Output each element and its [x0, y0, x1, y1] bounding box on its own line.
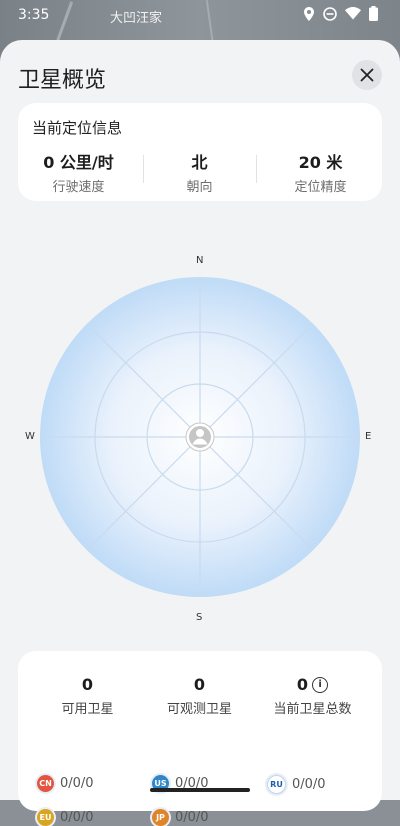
person-icon [189, 426, 211, 448]
sky-plot: N S E W [0, 253, 400, 653]
close-icon [360, 68, 374, 82]
available-satellites-label: 可用卫星 [61, 702, 114, 717]
eu-flag-badge: EU [37, 809, 54, 826]
russia-flag-badge: RU [267, 775, 286, 794]
speed-value: 0 公里/时 [43, 153, 114, 172]
constellation-value: 0/0/0 [292, 777, 326, 792]
speed-label: 行驶速度 [52, 180, 105, 195]
satellite-overview-sheet: 卫星概览 当前定位信息 0 公里/时 行驶速度 北 朝向 20 米 定位精度 N… [0, 40, 400, 826]
battery-icon [369, 6, 378, 21]
constellation-item: EU 0/0/0 [37, 809, 94, 826]
observable-satellites-value: 0 [193, 675, 206, 694]
total-satellites-label: 当前卫星总数 [273, 702, 352, 717]
divider [256, 155, 257, 183]
status-icons [303, 6, 378, 21]
sky-plot-radar [40, 277, 360, 597]
page-title: 卫星概览 [18, 68, 107, 93]
accuracy-value: 20 米 [298, 153, 343, 172]
total-satellites-value: 0 [296, 675, 309, 694]
wifi-icon [345, 7, 361, 20]
compass-east-label: E [365, 431, 372, 442]
constellation-item: CN 0/0/0 [37, 775, 94, 792]
compass-south-label: S [196, 612, 203, 623]
constellation-item: RU 0/0/0 [267, 775, 326, 794]
constellation-value: 0/0/0 [60, 776, 94, 791]
compass-north-label: N [196, 255, 204, 266]
location-info-card: 当前定位信息 0 公里/时 行驶速度 北 朝向 20 米 定位精度 [18, 103, 382, 201]
info-icon[interactable]: i [312, 676, 329, 693]
satellite-stats-card: 0 可用卫星 0 可观测卫星 0 i 当前卫星总数 CN 0/0/0 US 0/… [18, 651, 382, 826]
available-satellites-value: 0 [81, 675, 94, 694]
status-bar: 3:35 大凹汪家 [0, 0, 400, 32]
constellation-item: JP 0/0/0 [152, 809, 209, 826]
heading-value: 北 [191, 153, 208, 172]
available-satellites-stat: 0 可用卫星 [27, 675, 148, 717]
china-flag-badge: CN [37, 775, 54, 792]
accuracy-label: 定位精度 [294, 180, 347, 195]
location-info-heading: 当前定位信息 [32, 119, 123, 137]
status-time: 3:35 [18, 7, 50, 23]
speed-stat: 0 公里/时 行驶速度 [18, 149, 139, 195]
accuracy-stat: 20 米 定位精度 [260, 149, 381, 195]
constellation-value: 0/0/0 [60, 810, 94, 825]
observable-satellites-label: 可观测卫星 [166, 702, 232, 717]
japan-flag-badge: JP [152, 809, 169, 826]
location-icon [304, 6, 314, 21]
total-satellites-stat: 0 i 当前卫星总数 [252, 675, 373, 717]
map-place-label: 大凹汪家 [110, 11, 163, 26]
do-not-disturb-icon [323, 6, 337, 21]
compass-west-label: W [25, 431, 35, 442]
close-button[interactable] [352, 60, 382, 90]
home-indicator[interactable] [150, 788, 250, 792]
constellation-value: 0/0/0 [175, 810, 209, 825]
observable-satellites-stat: 0 可观测卫星 [139, 675, 260, 717]
heading-stat: 北 朝向 [139, 149, 260, 195]
heading-label: 朝向 [186, 180, 213, 195]
